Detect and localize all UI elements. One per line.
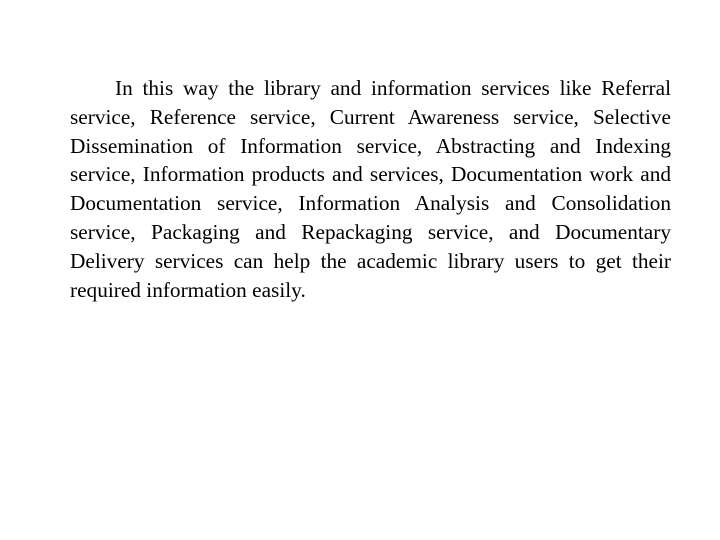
slide: In this way the library and information … — [0, 0, 720, 540]
body-paragraph: In this way the library and information … — [70, 76, 671, 302]
